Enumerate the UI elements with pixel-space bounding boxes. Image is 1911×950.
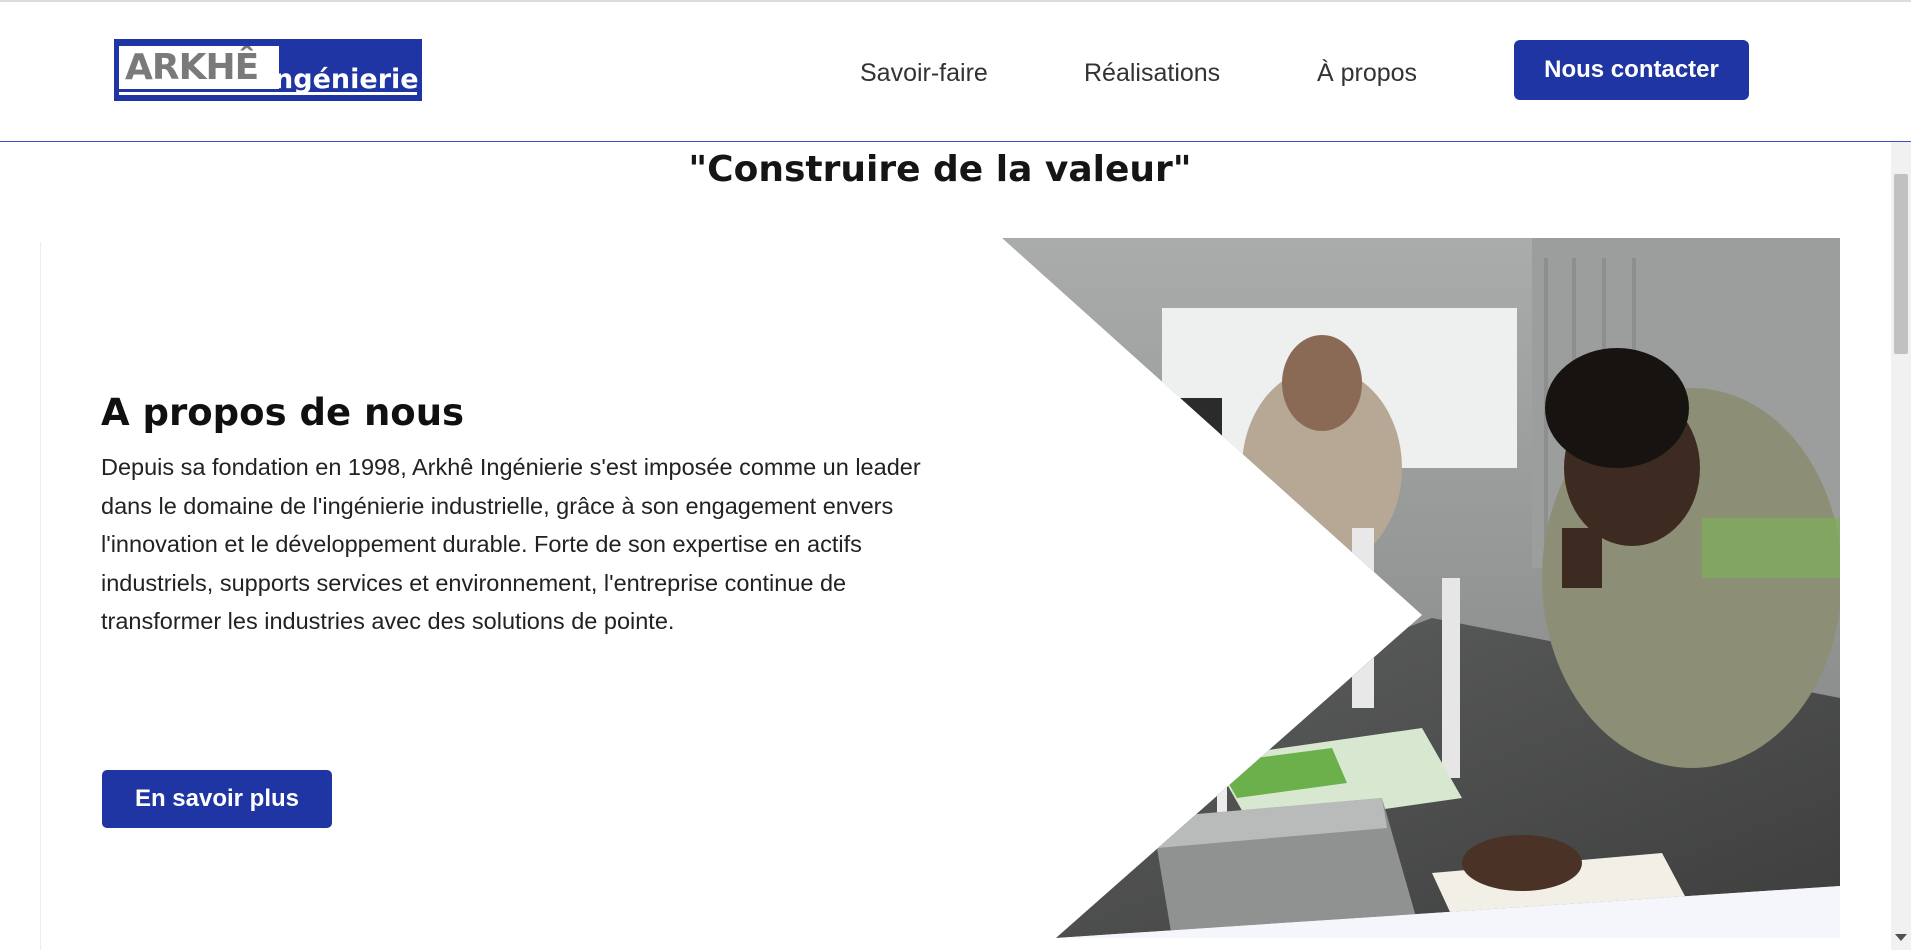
- nav-link-a-propos[interactable]: À propos: [1317, 57, 1417, 89]
- logo-word-arkhe: ARKHÊ: [119, 46, 279, 89]
- nav-link-realisations[interactable]: Réalisations: [1084, 57, 1220, 89]
- section-left-border: [40, 242, 41, 950]
- learn-more-button[interactable]: En savoir plus: [102, 770, 332, 828]
- about-title: A propos de nous: [101, 391, 465, 434]
- office-photo: [1002, 238, 1840, 938]
- tagline: "Construire de la valeur": [688, 149, 1192, 190]
- scroll-down-arrow-icon[interactable]: [1895, 934, 1907, 941]
- arkhe-logo[interactable]: ARKHÊ Ingénierie: [114, 39, 422, 101]
- logo-underline: [119, 92, 417, 95]
- page-scrollbar[interactable]: [1891, 142, 1911, 950]
- contact-button[interactable]: Nous contacter: [1514, 40, 1749, 100]
- scrollbar-thumb[interactable]: [1894, 174, 1908, 354]
- about-description: Depuis sa fondation en 1998, Arkhê Ingén…: [101, 454, 921, 634]
- site-header: ARKHÊ Ingénierie Savoir-faire Réalisatio…: [0, 2, 1911, 142]
- nav-link-savoir-faire[interactable]: Savoir-faire: [860, 57, 988, 89]
- logo-word-ingenierie: Ingénierie: [264, 64, 419, 95]
